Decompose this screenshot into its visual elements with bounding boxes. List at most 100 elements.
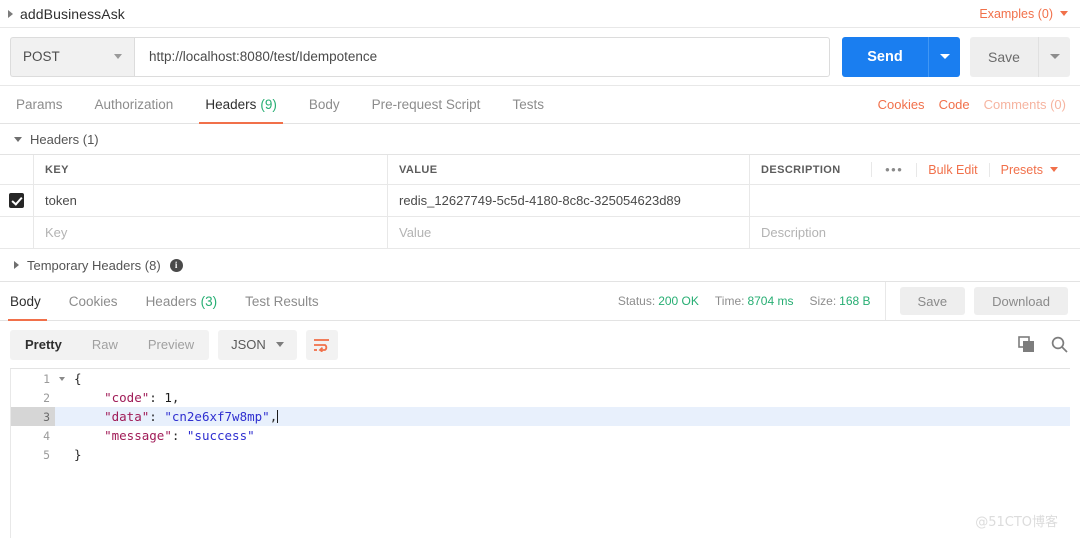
view-mode-raw[interactable]: Raw [77, 330, 133, 360]
copy-icon[interactable] [1018, 336, 1035, 353]
tab-count: (3) [200, 293, 218, 309]
response-meta: Status: 200 OK Time: 8704 ms Size: 168 B [618, 282, 885, 320]
table-header-row: KEY VALUE DESCRIPTION ••• Bulk Edit Pres… [0, 155, 1080, 185]
table-tools: ••• Bulk Edit Presets [871, 162, 1069, 177]
row-key-text: token [45, 193, 77, 208]
response-body-editor[interactable]: 1 { 2 "code": 1, 3 "data": "cn2e6xf7w8mp… [10, 368, 1070, 538]
code-token: : [171, 428, 187, 443]
code-token: 1 [164, 390, 172, 405]
info-icon[interactable]: i [169, 258, 183, 272]
fold-caret-icon [58, 376, 65, 381]
tab-pre-request-script[interactable]: Pre-request Script [356, 86, 497, 123]
code-token: : [149, 390, 165, 405]
code-text: } [68, 447, 82, 462]
send-button[interactable]: Send [842, 36, 928, 77]
new-key-input[interactable]: Key [34, 217, 388, 248]
watermark: @51CTO博客 [975, 515, 1058, 530]
comments-link[interactable]: Comments (0) [984, 97, 1066, 112]
tab-authorization[interactable]: Authorization [79, 86, 190, 123]
code-text: { [68, 371, 82, 386]
response-body-toolbar: Pretty Raw Preview JSON [0, 321, 1080, 368]
examples-link[interactable]: Examples (0) [979, 7, 1053, 21]
send-button-group: Send [842, 36, 960, 77]
view-mode-pretty[interactable]: Pretty [10, 330, 77, 360]
more-options-icon[interactable]: ••• [871, 162, 916, 177]
column-label: KEY [45, 163, 69, 176]
fold-toggle[interactable] [55, 376, 68, 381]
word-wrap-button[interactable] [305, 329, 338, 360]
line-number: 1 [43, 371, 50, 386]
response-tab-cookies[interactable]: Cookies [55, 282, 132, 320]
download-response-button[interactable]: Download [974, 287, 1068, 315]
presets-label: Presets [1000, 162, 1043, 177]
code-token: "success" [186, 428, 255, 443]
code-line: 5 } [11, 445, 1070, 464]
response-tab-headers[interactable]: Headers (3) [132, 282, 232, 320]
size-label: Size: [809, 294, 837, 308]
chevron-down-icon [275, 342, 284, 347]
table-row[interactable]: token redis_12627749-5c5d-4180-8c8c-3250… [0, 185, 1080, 217]
tab-body[interactable]: Body [293, 86, 356, 123]
tab-headers[interactable]: Headers (9) [189, 86, 293, 124]
title-bar-actions: Examples (0) [979, 7, 1068, 21]
send-options-button[interactable] [928, 36, 960, 77]
view-mode-preview[interactable]: Preview [133, 330, 209, 360]
presets-button[interactable]: Presets [988, 162, 1069, 177]
key-placeholder: Key [45, 225, 68, 240]
word-wrap-icon [314, 338, 330, 352]
temporary-headers-title: Temporary Headers (8) [27, 257, 161, 273]
url-input[interactable]: http://localhost:8080/test/Idempotence [134, 36, 830, 77]
chevron-down-icon [1050, 167, 1058, 172]
code-line: 4 "message": "success" [11, 426, 1070, 445]
table-row-empty[interactable]: Key Value Description [0, 217, 1080, 249]
method-select[interactable]: POST [10, 36, 134, 77]
response-tab-body[interactable]: Body [0, 282, 55, 321]
tab-label: Cookies [68, 293, 118, 309]
response-tab-test-results[interactable]: Test Results [231, 282, 333, 320]
view-mode-group: Pretty Raw Preview [10, 329, 210, 360]
status-meta: Status: 200 OK [618, 294, 699, 308]
save-options-button[interactable] [1038, 36, 1070, 77]
tab-label: Params [16, 97, 63, 112]
bulk-edit-button[interactable]: Bulk Edit [916, 162, 988, 177]
row-description-cell[interactable] [750, 185, 1080, 216]
format-select[interactable]: JSON [218, 329, 297, 360]
row-value-cell[interactable]: redis_12627749-5c5d-4180-8c8c-325054623d… [388, 185, 750, 216]
save-request-button[interactable]: Save [970, 36, 1038, 77]
row-key-cell[interactable]: token [34, 185, 388, 216]
temporary-headers-toggle[interactable]: Temporary Headers (8) i [0, 249, 1080, 281]
tab-label: Body [308, 97, 340, 112]
request-tabs: Params Authorization Headers (9) Body Pr… [0, 86, 1080, 124]
method-label: POST [23, 49, 60, 64]
row-checkbox-cell-empty [0, 217, 34, 248]
code-token: "cn2e6xf7w8mp" [164, 409, 270, 424]
page-title: addBusinessAsk [20, 5, 125, 22]
line-number: 2 [43, 390, 50, 405]
new-description-input[interactable]: Description [750, 217, 1080, 248]
chevron-right-icon [14, 261, 19, 269]
chevron-right-icon[interactable] [8, 9, 13, 18]
row-checkbox-cell[interactable] [0, 185, 34, 216]
search-icon[interactable] [1051, 336, 1068, 353]
cookies-link[interactable]: Cookies [878, 97, 925, 112]
chevron-down-icon[interactable] [1060, 11, 1068, 16]
row-checkbox[interactable] [9, 193, 24, 208]
tab-params[interactable]: Params [0, 86, 79, 123]
column-header-value: VALUE [388, 155, 750, 184]
new-value-input[interactable]: Value [388, 217, 750, 248]
description-placeholder: Description [761, 225, 827, 240]
code-token: : [149, 409, 165, 424]
save-response-button[interactable]: Save [899, 287, 966, 315]
text-cursor [277, 410, 279, 423]
tab-tests[interactable]: Tests [496, 86, 560, 123]
response-bar: Body Cookies Headers (3) Test Results St… [0, 281, 1080, 321]
line-number: 4 [43, 428, 50, 443]
code-line-active: 3 "data": "cn2e6xf7w8mp", [11, 407, 1070, 426]
time-value: 8704 ms [747, 294, 794, 308]
headers-section-toggle[interactable]: Headers (1) [0, 124, 1080, 154]
code-link[interactable]: Code [939, 97, 970, 112]
postman-window: addBusinessAsk Examples (0) POST http://… [0, 0, 1080, 538]
